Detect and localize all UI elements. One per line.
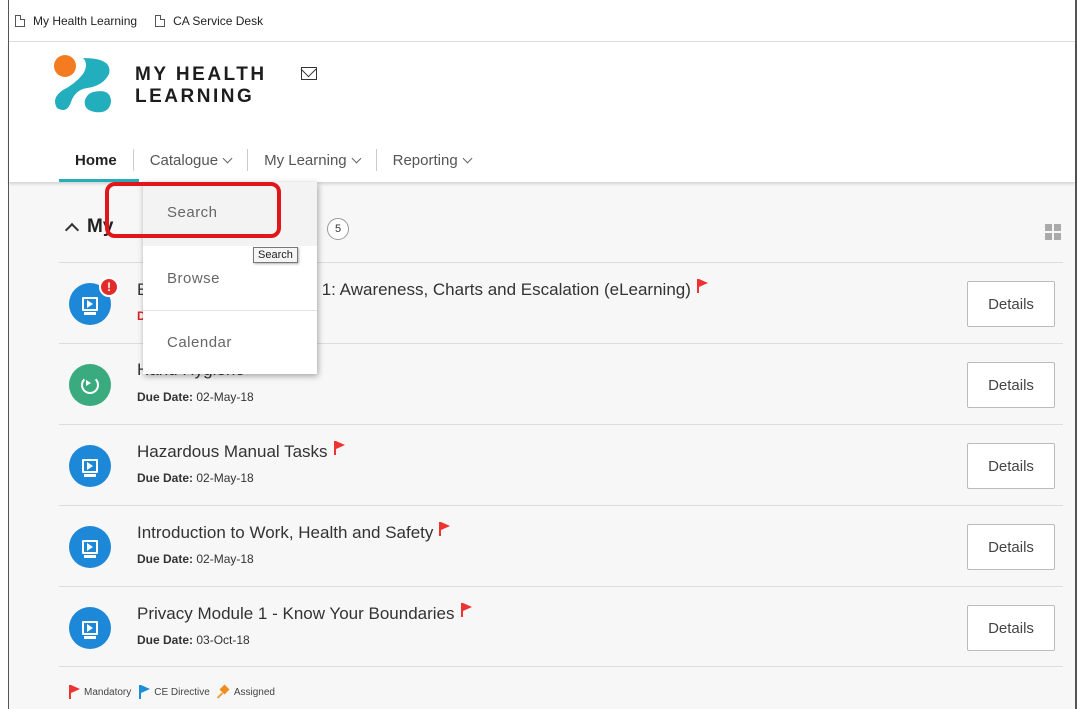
due-label: Due Date: [137,390,194,404]
chevron-down-icon [462,153,473,163]
legend-assigned: Assigned [218,686,275,698]
details-button[interactable]: Details [967,281,1055,327]
details-button[interactable]: Details [967,524,1055,570]
due-label: Due Date: [137,633,194,647]
section-header[interactable]: My [64,216,114,238]
course-title[interactable]: Privacy Module 1 - Know Your Boundaries [137,603,472,624]
video-icon [69,445,111,487]
chevron-down-icon [222,153,233,163]
bookmark-my-health-learning[interactable]: My Health Learning [15,14,137,28]
details-button[interactable]: Details [967,443,1055,489]
details-button[interactable]: Details [967,605,1055,651]
mandatory-flag-icon [696,279,708,293]
course-row: Introduction to Work, Health and Safety … [59,505,1063,586]
due-label: Due Date: [137,471,194,485]
page-icon [15,14,25,27]
bookmark-ca-service-desk[interactable]: CA Service Desk [155,14,263,28]
nav-my-learning-label: My Learning [264,151,347,169]
video-icon [69,526,111,568]
section-title: My [87,216,114,237]
chevron-up-icon[interactable] [64,222,80,238]
bookmarks-bar: My Health Learning CA Service Desk [9,0,1075,42]
count-badge: 5 [327,218,349,240]
details-button[interactable]: Details [967,362,1055,408]
course-title-text: Hazardous Manual Tasks [137,442,328,461]
brand-name: MY HEALTH LEARNING [135,64,267,108]
menu-item-search[interactable]: Search [143,182,317,246]
bookmark-label: My Health Learning [33,13,138,28]
page-icon [155,14,166,27]
bookmark-label: CA Service Desk [173,13,264,28]
legend-ce-directive-label: CE Directive [154,686,210,698]
alert-icon: ! [99,277,119,297]
legend-ce-directive: CE Directive [139,685,210,699]
course-title-text: Introduction to Work, Health and Safety [137,523,434,542]
course-title-end: Tier 1: Awareness, Charts and Escalation… [288,280,691,299]
legend-mandatory: Mandatory [69,685,131,699]
due-value: 02-May-18 [196,471,254,485]
legend-mandatory-label: Mandatory [84,686,132,698]
main-nav: Home Catalogue My Learning Reporting [59,138,487,182]
logo-icon[interactable] [53,54,117,116]
due-value: 03-Oct-18 [196,633,250,647]
course-row: Privacy Module 1 - Know Your Boundaries … [59,586,1063,667]
due-label: Due Date: [137,552,194,566]
due-value: 02-May-18 [196,390,254,404]
course-title[interactable]: Hazardous Manual Tasks [137,441,345,462]
active-tab-indicator [59,179,139,182]
nav-catalogue[interactable]: Catalogue [134,149,249,171]
nav-home-label: Home [75,151,117,169]
tooltip: Search [253,247,298,263]
due-date: Due Date: 02-May-18 [137,471,254,485]
mail-icon[interactable] [301,67,317,80]
course-title-text: Privacy Module 1 - Know Your Boundaries [137,604,455,623]
video-icon [69,607,111,649]
brand-line2: LEARNING [135,86,255,107]
due-date: Due Date: 03-Oct-18 [137,633,250,647]
brand-line1: MY HEALTH [135,64,267,85]
course-title[interactable]: Introduction to Work, Health and Safety [137,522,451,543]
course-row: Hazardous Manual Tasks Due Date: 02-May-… [59,424,1063,505]
nav-catalogue-label: Catalogue [149,151,219,169]
due-value: 02-May-18 [196,552,254,566]
menu-item-calendar[interactable]: Calendar [143,310,317,374]
catalogue-dropdown-menu: Search Browse Calendar [143,182,317,374]
due-date: Due Date: 02-May-18 [137,390,254,404]
nav-my-learning[interactable]: My Learning [248,149,377,171]
site-header: MY HEALTH LEARNING Home Catalogue My Lea… [9,42,1075,182]
mandatory-flag-icon [333,441,345,455]
blue-flag-icon [139,685,151,699]
due-date: Due Date: 02-May-18 [137,552,254,566]
nav-reporting[interactable]: Reporting [377,149,487,171]
red-flag-icon [69,685,80,699]
nav-home[interactable]: Home [59,149,134,171]
refresh-icon [69,364,111,406]
mandatory-flag-icon [460,603,472,617]
nav-reporting-label: Reporting [392,151,458,169]
legend-assigned-label: Assigned [233,686,275,698]
grid-view-icon[interactable] [1045,224,1061,240]
browser-window: My Health Learning CA Service Desk MY HE… [8,0,1077,709]
mandatory-flag-icon [439,522,451,536]
legend: Mandatory CE Directive Assigned [69,685,283,699]
chevron-down-icon [351,153,362,163]
pin-icon [218,686,230,698]
